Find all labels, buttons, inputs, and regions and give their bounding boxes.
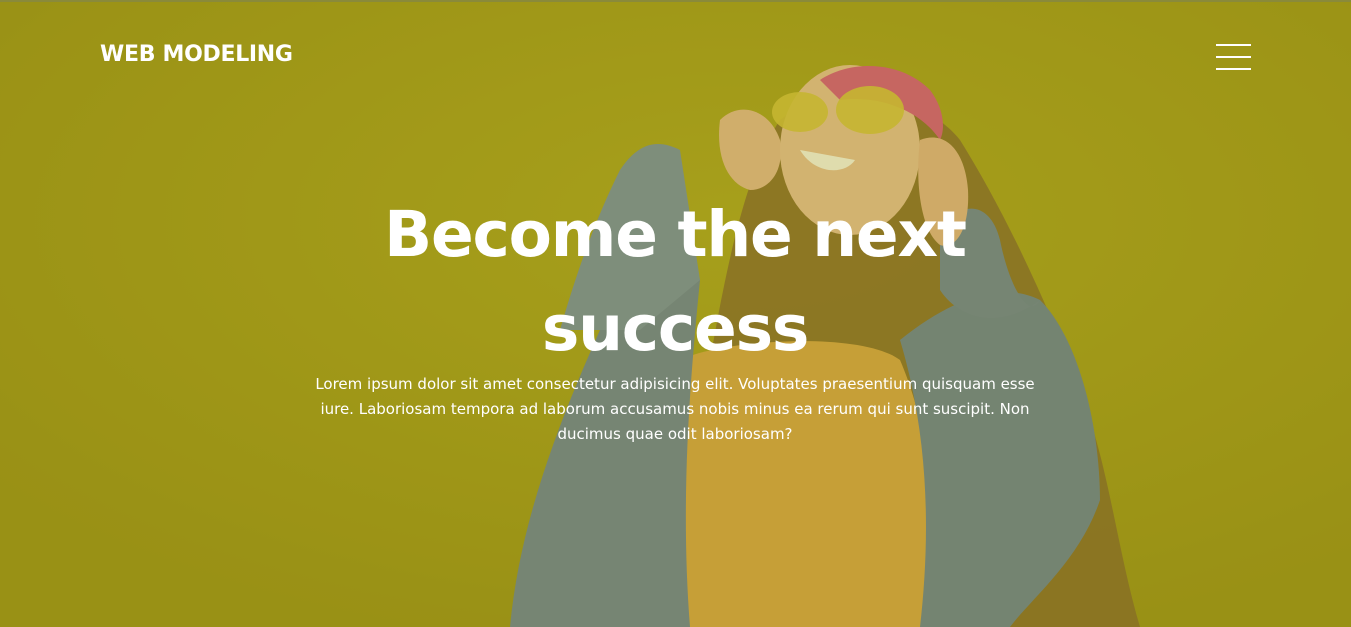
menu-line — [1216, 68, 1251, 70]
menu-line — [1216, 44, 1251, 46]
top-edge-line — [0, 0, 1351, 2]
hero-section: WEB MODELING Become the next success Lor… — [0, 0, 1351, 627]
hero-headline: Become the next success — [384, 198, 967, 365]
menu-line — [1216, 56, 1251, 58]
hero-description: Lorem ipsum dolor sit amet consectetur a… — [315, 375, 1035, 443]
brand-logo[interactable]: WEB MODELING — [100, 42, 293, 67]
hamburger-menu-icon[interactable] — [1214, 41, 1252, 73]
